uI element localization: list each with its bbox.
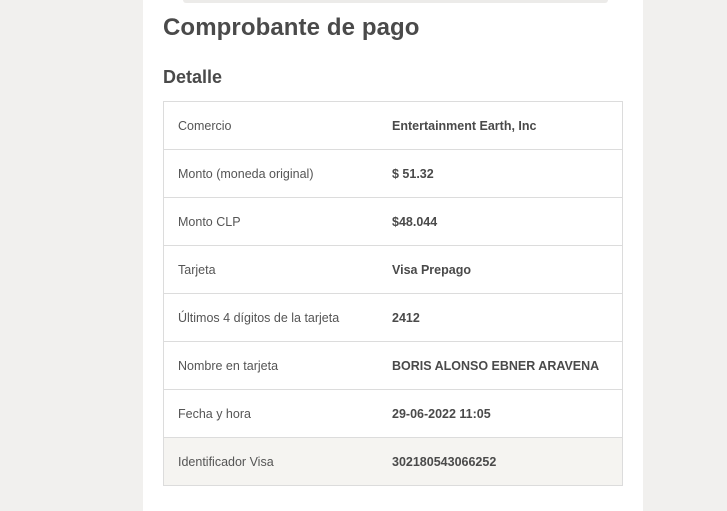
row-label: Tarjeta: [163, 245, 392, 294]
table-row: Fecha y hora 29-06-2022 11:05: [163, 389, 623, 438]
table-row: Tarjeta Visa Prepago: [163, 245, 623, 294]
row-label: Identificador Visa: [163, 437, 392, 486]
table-row: Monto (moneda original) $ 51.32: [163, 149, 623, 198]
row-label: Nombre en tarjeta: [163, 341, 392, 390]
row-value: Entertainment Earth, Inc: [392, 101, 623, 150]
row-value: 29-06-2022 11:05: [392, 389, 623, 438]
table-row: Últimos 4 dígitos de la tarjeta 2412: [163, 293, 623, 342]
table-row: Identificador Visa 302180543066252: [163, 437, 623, 486]
card-top-edge: [183, 0, 608, 3]
row-value: $48.044: [392, 197, 623, 246]
row-label: Monto (moneda original): [163, 149, 392, 198]
row-value: 2412: [392, 293, 623, 342]
row-label: Comercio: [163, 101, 392, 150]
section-title-detalle: Detalle: [163, 67, 223, 87]
row-value: Visa Prepago: [392, 245, 623, 294]
table-row: Monto CLP $48.044: [163, 197, 623, 246]
table-row: Nombre en tarjeta BORIS ALONSO EBNER ARA…: [163, 341, 623, 390]
row-label: Monto CLP: [163, 197, 392, 246]
receipt-card: Comprobante de pago Detalle Comercio Ent…: [143, 0, 643, 511]
payment-detail-table: Comercio Entertainment Earth, Inc Monto …: [163, 101, 623, 486]
table-row: Comercio Entertainment Earth, Inc: [163, 101, 623, 150]
row-value: BORIS ALONSO EBNER ARAVENA: [392, 341, 623, 390]
page-title: Comprobante de pago: [163, 14, 420, 41]
row-value: 302180543066252: [392, 437, 623, 486]
row-label: Últimos 4 dígitos de la tarjeta: [163, 293, 392, 342]
row-value: $ 51.32: [392, 149, 623, 198]
row-label: Fecha y hora: [163, 389, 392, 438]
